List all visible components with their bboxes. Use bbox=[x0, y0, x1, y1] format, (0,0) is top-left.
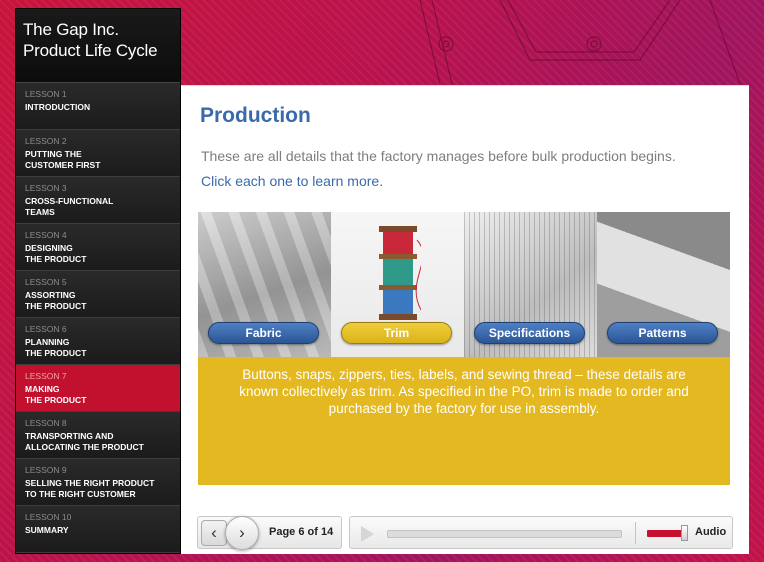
lesson-title: INTRODUCTION bbox=[25, 102, 91, 112]
divider bbox=[635, 522, 636, 544]
next-page-button[interactable]: › bbox=[225, 516, 259, 550]
volume-slider-handle[interactable] bbox=[681, 525, 688, 541]
lesson-number: LESSON 3 bbox=[25, 183, 67, 193]
lesson-number: LESSON 9 bbox=[25, 465, 67, 475]
previous-page-button[interactable]: ‹ bbox=[201, 520, 227, 546]
lesson-title: CROSS-FUNCTIONAL TEAMS bbox=[25, 196, 114, 217]
sidebar-item-lesson-3[interactable]: LESSON 3 CROSS-FUNCTIONAL TEAMS bbox=[16, 177, 180, 224]
page-counter: Page 6 of 14 bbox=[269, 526, 334, 538]
lesson-number: LESSON 10 bbox=[25, 512, 72, 522]
lesson-title: SELLING THE RIGHT PRODUCT TO THE RIGHT C… bbox=[25, 478, 155, 499]
lesson-title: MAKING THE PRODUCT bbox=[25, 384, 87, 405]
lesson-number: LESSON 4 bbox=[25, 230, 67, 240]
trim-button[interactable]: Trim bbox=[341, 322, 452, 344]
chevron-left-icon: ‹ bbox=[211, 523, 217, 542]
play-icon[interactable] bbox=[361, 526, 374, 542]
tile-patterns[interactable]: Patterns bbox=[597, 212, 730, 357]
topic-tiles: Fabric Trim Specifications Patterns bbox=[198, 212, 730, 357]
tile-fabric[interactable]: Fabric bbox=[198, 212, 331, 357]
fabric-button[interactable]: Fabric bbox=[208, 322, 319, 344]
audio-progress-bar[interactable] bbox=[387, 530, 622, 538]
lesson-title: TRANSPORTING AND ALLOCATING THE PRODUCT bbox=[25, 431, 144, 452]
lesson-title: DESIGNING THE PRODUCT bbox=[25, 243, 87, 264]
lesson-number: LESSON 7 bbox=[25, 371, 67, 381]
sidebar-item-lesson-10[interactable]: LESSON 10 SUMMARY bbox=[16, 506, 180, 553]
sidebar-item-lesson-5[interactable]: LESSON 5 ASSORTING THE PRODUCT bbox=[16, 271, 180, 318]
sidebar-item-lesson-9[interactable]: LESSON 9 SELLING THE RIGHT PRODUCT TO TH… bbox=[16, 459, 180, 506]
audio-label: Audio bbox=[695, 526, 727, 538]
intro-text: These are all details that the factory m… bbox=[201, 148, 676, 164]
chevron-right-icon: › bbox=[239, 523, 245, 542]
lesson-number: LESSON 8 bbox=[25, 418, 67, 428]
tile-trim[interactable]: Trim bbox=[331, 212, 464, 357]
lesson-number: LESSON 5 bbox=[25, 277, 67, 287]
sidebar-item-lesson-7[interactable]: LESSON 7 MAKING THE PRODUCT bbox=[16, 365, 180, 412]
tile-specifications[interactable]: Specifications bbox=[464, 212, 597, 357]
page-title: Production bbox=[200, 104, 311, 127]
denim-pattern-decoration bbox=[419, 0, 741, 84]
lesson-sidebar: The Gap Inc. Product Life Cycle LESSON 1… bbox=[15, 8, 181, 554]
course-title-line1: The Gap Inc. bbox=[23, 20, 119, 39]
page-navigation: ‹ › Page 6 of 14 bbox=[197, 516, 342, 550]
lesson-title: ASSORTING THE PRODUCT bbox=[25, 290, 87, 311]
lesson-title: SUMMARY bbox=[25, 525, 69, 535]
sidebar-item-lesson-8[interactable]: LESSON 8 TRANSPORTING AND ALLOCATING THE… bbox=[16, 412, 180, 459]
sidebar-item-lesson-4[interactable]: LESSON 4 DESIGNING THE PRODUCT bbox=[16, 224, 180, 271]
lesson-number: LESSON 1 bbox=[25, 89, 67, 99]
course-title: The Gap Inc. Product Life Cycle bbox=[16, 9, 180, 83]
sidebar-item-lesson-1[interactable]: LESSON 1 INTRODUCTION bbox=[16, 83, 180, 130]
specifications-button[interactable]: Specifications bbox=[474, 322, 585, 344]
patterns-button[interactable]: Patterns bbox=[607, 322, 718, 344]
content-panel: Production These are all details that th… bbox=[181, 85, 749, 554]
thread-spool-image bbox=[379, 226, 421, 320]
instruction-text: Click each one to learn more. bbox=[201, 173, 384, 189]
sidebar-item-lesson-6[interactable]: LESSON 6 PLANNING THE PRODUCT bbox=[16, 318, 180, 365]
course-title-line2: Product Life Cycle bbox=[23, 41, 158, 60]
audio-player: Audio bbox=[349, 516, 733, 549]
lesson-title: PUTTING THE CUSTOMER FIRST bbox=[25, 149, 101, 170]
sidebar-item-lesson-2[interactable]: LESSON 2 PUTTING THE CUSTOMER FIRST bbox=[16, 130, 180, 177]
lesson-number: LESSON 6 bbox=[25, 324, 67, 334]
trim-description: Buttons, snaps, zippers, ties, labels, a… bbox=[198, 357, 730, 485]
lesson-number: LESSON 2 bbox=[25, 136, 67, 146]
lesson-title: PLANNING THE PRODUCT bbox=[25, 337, 87, 358]
